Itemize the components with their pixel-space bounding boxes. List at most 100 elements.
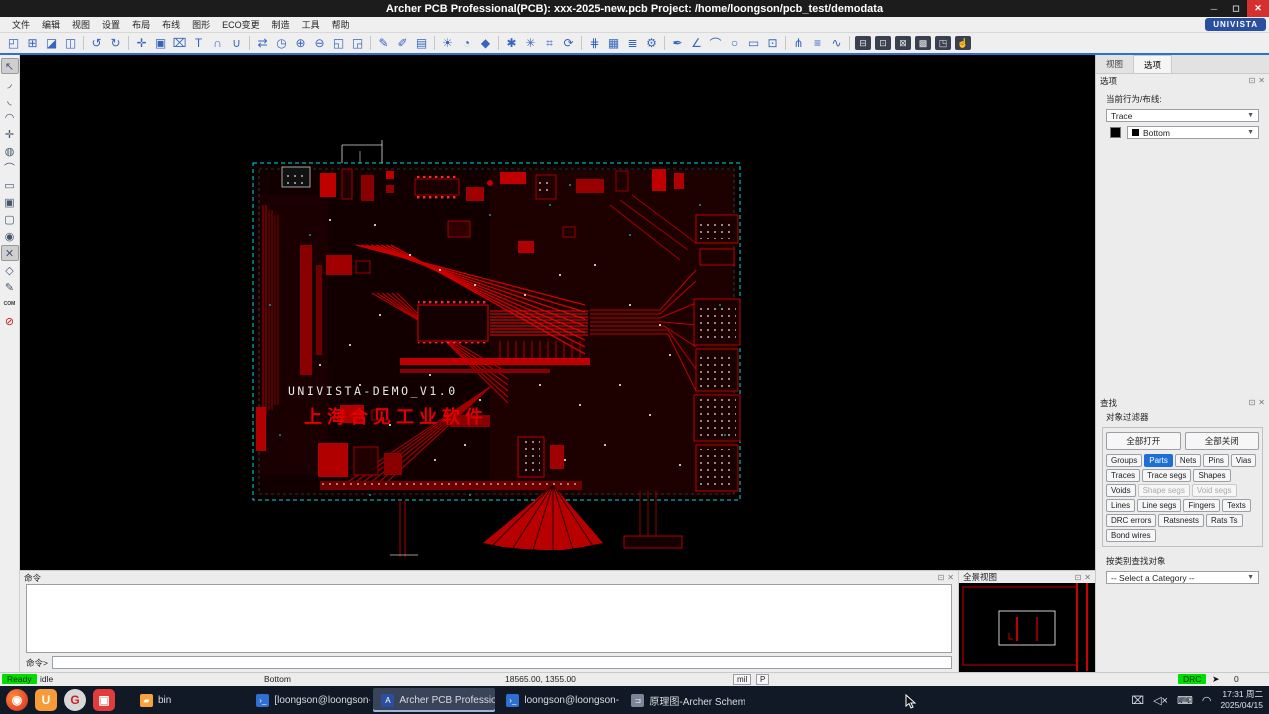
taskbar-window-terminal-2[interactable]: ›_ loongson@loongson-··· [498, 688, 620, 712]
add-circle-icon[interactable]: ○ [725, 34, 744, 52]
shape-rounded-icon[interactable]: ▢ [1, 211, 19, 227]
redraw-icon[interactable]: ⟳ [559, 34, 578, 52]
unlock-icon[interactable]: ∪ [227, 34, 246, 52]
filter-nets[interactable]: Nets [1175, 454, 1201, 467]
filter-trace-segs[interactable]: Trace segs [1142, 469, 1191, 482]
pick-filter-icon[interactable]: ⋕ [585, 34, 604, 52]
save-as-icon[interactable]: ◫ [61, 34, 80, 52]
menu-edit[interactable]: 编辑 [36, 18, 66, 31]
mode-dropdown[interactable]: Trace ▼ [1106, 109, 1259, 122]
taskbar-window-schematic[interactable]: ⊐ 原理图-Archer Schemat··· [623, 688, 745, 712]
view-invert-icon[interactable]: ⊠ [895, 36, 911, 50]
add-line-icon[interactable]: ∠ [687, 34, 706, 52]
report-icon[interactable]: ▤ [412, 34, 431, 52]
add-via-icon[interactable]: ✛ [1, 126, 19, 142]
settings-gear-icon[interactable]: ⚙ [642, 34, 661, 52]
filter-groups[interactable]: Groups [1106, 454, 1142, 467]
color-fill-icon[interactable]: ◆ [476, 34, 495, 52]
delete-mode-icon[interactable]: ✕ [1, 245, 19, 261]
category-dropdown[interactable]: -- Select a Category -- ▼ [1106, 571, 1259, 584]
filter-ratsnests[interactable]: Ratsnests [1158, 514, 1204, 527]
filter-texts[interactable]: Texts [1222, 499, 1251, 512]
menu-help[interactable]: 帮助 [326, 18, 356, 31]
ratsnest-show-icon[interactable]: ✱ [502, 34, 521, 52]
pin-hand-icon[interactable]: ☝ [955, 36, 971, 50]
close-all-button[interactable]: 全部关闭 [1185, 432, 1260, 450]
filter-parts[interactable]: Parts [1144, 454, 1173, 467]
save-icon[interactable]: ◪ [42, 34, 61, 52]
add-text-icon[interactable]: T [189, 34, 208, 52]
clock[interactable]: 17:31 周二 2025/04/15 [1220, 689, 1263, 710]
add-image-icon[interactable]: ⊡ [763, 34, 782, 52]
pad-arc-icon[interactable]: ⌒ [1, 160, 19, 176]
maximize-button[interactable]: ◻ [1225, 0, 1247, 17]
menu-tools[interactable]: 工具 [296, 18, 326, 31]
zoom-selection-icon[interactable]: ◲ [348, 34, 367, 52]
measure-icon[interactable]: ✐ [393, 34, 412, 52]
layer-dropdown[interactable]: Bottom ▼ [1127, 126, 1259, 139]
volume-muted-icon[interactable]: ◁× [1153, 694, 1168, 707]
shape-rect-icon[interactable]: ▭ [1, 177, 19, 193]
close-button[interactable]: ✕ [1247, 0, 1269, 17]
close-panel-icon[interactable]: ✕ [947, 573, 954, 582]
display-icon[interactable]: ⌧ [1131, 694, 1144, 707]
view-fill-icon[interactable]: ⊡ [875, 36, 891, 50]
units-toggle[interactable]: mil [733, 674, 751, 685]
grid-icon[interactable]: ⌗ [540, 34, 559, 52]
menu-setup[interactable]: 设置 [96, 18, 126, 31]
slide-trace-icon[interactable]: ◟ [1, 92, 19, 108]
menu-manufacture[interactable]: 制造 [266, 18, 296, 31]
arc-route-icon[interactable]: ◠ [1, 109, 19, 125]
open-all-button[interactable]: 全部打开 [1106, 432, 1181, 450]
overview-map[interactable] [959, 583, 1095, 676]
filter-lines[interactable]: Lines [1106, 499, 1135, 512]
net-tree-icon[interactable]: ⋔ [789, 34, 808, 52]
view-pattern-icon[interactable]: ▩ [915, 36, 931, 50]
pad-polygon-icon[interactable]: ◍ [1, 143, 19, 159]
minimize-button[interactable]: ─ [1203, 0, 1225, 17]
taskbar-window-terminal-1[interactable]: ›_ [loongson@loongson-··· [248, 688, 370, 712]
zoom-window-icon[interactable]: ◷ [272, 34, 291, 52]
align-icon[interactable]: ≡ [808, 34, 827, 52]
file-manager-icon[interactable]: U [35, 689, 57, 711]
float-panel-icon[interactable]: ⊡ [1249, 76, 1256, 85]
menu-view[interactable]: 视图 [66, 18, 96, 31]
float-panel-icon[interactable]: ⊡ [1249, 398, 1256, 407]
launcher-icon[interactable]: ◉ [6, 689, 28, 711]
signal-wave-icon[interactable]: ∿ [827, 34, 846, 52]
close-panel-icon[interactable]: ✕ [1258, 398, 1265, 407]
float-panel-icon[interactable]: ⊡ [938, 573, 945, 582]
app-store-icon[interactable]: ▣ [93, 689, 115, 711]
tab-view[interactable]: 视图 [1096, 55, 1133, 73]
filter-shapes[interactable]: Shapes [1193, 469, 1230, 482]
filter-drc-errors[interactable]: DRC errors [1106, 514, 1156, 527]
float-panel-icon[interactable]: ⊡ [1075, 573, 1082, 582]
wifi-icon[interactable]: ◠ [1202, 694, 1212, 707]
filter-vias[interactable]: Vias [1231, 454, 1256, 467]
shape-octagon-icon[interactable]: ◇ [1, 262, 19, 278]
browser-icon[interactable]: G [64, 689, 86, 711]
filter-traces[interactable]: Traces [1106, 469, 1140, 482]
filter-fingers[interactable]: Fingers [1183, 499, 1220, 512]
pan-view-icon[interactable]: ⇄ [253, 34, 272, 52]
color-palette-icon[interactable]: ▦ [604, 34, 623, 52]
layer-stack-icon[interactable]: ≣ [623, 34, 642, 52]
layer-color-swatch[interactable] [1110, 127, 1121, 138]
add-rect-icon[interactable]: ▭ [744, 34, 763, 52]
zoom-out-icon[interactable]: ⊖ [310, 34, 329, 52]
view-mono-icon[interactable]: ⊟ [855, 36, 871, 50]
menu-file[interactable]: 文件 [6, 18, 36, 31]
menu-route[interactable]: 布线 [156, 18, 186, 31]
menu-graphics[interactable]: 图形 [186, 18, 216, 31]
highlight-icon[interactable]: ☀ [438, 34, 457, 52]
redo-icon[interactable]: ↻ [106, 34, 125, 52]
delete-icon[interactable]: ⌧ [170, 34, 189, 52]
edit-note-icon[interactable]: ✎ [1, 279, 19, 295]
command-log[interactable] [26, 584, 952, 653]
tab-options[interactable]: 选项 [1133, 55, 1172, 73]
filter-bond-wires[interactable]: Bond wires [1106, 529, 1156, 542]
taskbar-window-bin[interactable]: ▰ bin [132, 688, 179, 712]
menu-eco[interactable]: ECO变更 [216, 18, 266, 31]
open-folder-icon[interactable]: ⊞ [23, 34, 42, 52]
view-query-icon[interactable]: ◳ [935, 36, 951, 50]
